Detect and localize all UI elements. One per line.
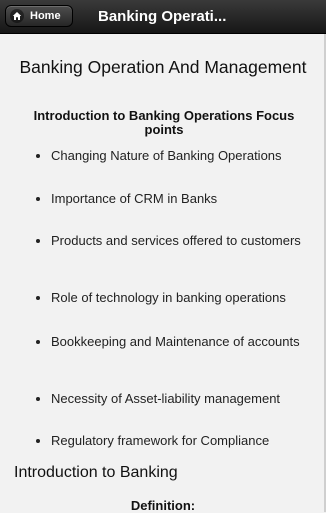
home-button[interactable]: Home	[5, 5, 73, 27]
intro-heading: Introduction to Banking	[14, 464, 178, 481]
list-item-text: Necessity of Asset-liability management	[51, 391, 281, 406]
list-item-text: Importance of CRM in Banks	[51, 191, 218, 206]
home-button-label: Home	[30, 10, 61, 22]
section-heading: Introduction to Banking Operations Focus…	[33, 108, 295, 137]
definition-label: Definition:	[130, 498, 196, 513]
list-item-text: Bookkeeping and Maintenance of accounts	[51, 334, 300, 349]
list-item-text: Products and services offered to custome…	[51, 233, 301, 248]
list-item-text: Changing Nature of Banking Operations	[51, 148, 282, 163]
bullet-icon	[36, 154, 40, 158]
list-item-text: Role of technology in banking operations	[51, 290, 286, 305]
bullet-icon	[36, 296, 40, 300]
bullet-icon	[36, 197, 40, 201]
list-item-text: Regulatory framework for Compliance	[51, 433, 270, 448]
page-title: Banking Operation And Management	[19, 57, 307, 77]
bullet-icon	[36, 340, 40, 344]
bullet-icon	[36, 397, 40, 401]
header-title: Banking Operati...	[98, 8, 227, 25]
app-header: Home Banking Operati...	[0, 0, 326, 34]
main-content[interactable]: Banking Operation And Management Introdu…	[0, 34, 326, 513]
bullet-icon	[36, 439, 40, 443]
bullet-icon	[36, 239, 40, 243]
home-icon	[10, 9, 24, 23]
